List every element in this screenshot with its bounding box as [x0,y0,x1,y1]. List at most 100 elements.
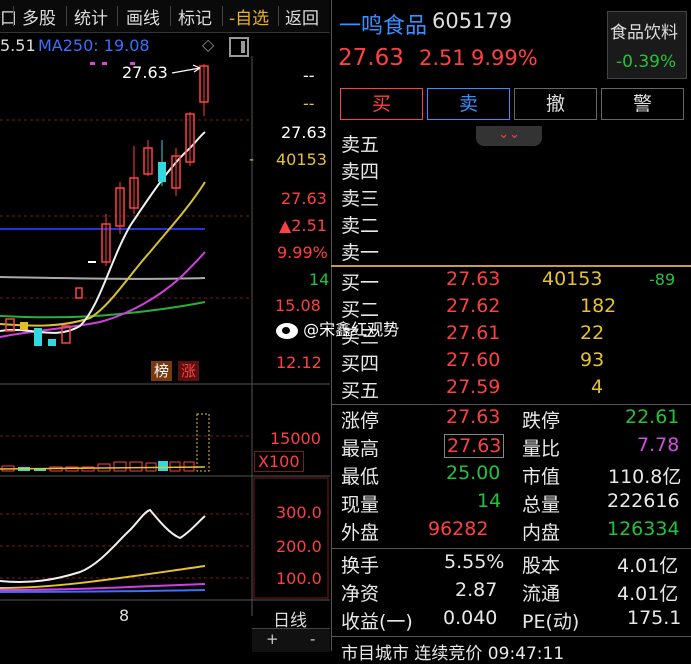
sector-card[interactable]: 食品饮料 -0.39% [607,11,687,79]
ask-row[interactable]: 卖四 [331,157,691,184]
toolbar-item-statistics[interactable]: 统计 [74,4,108,29]
bid-row[interactable]: 买一 27.63 40153 -89 [331,268,691,295]
axis-dash: -- [303,94,315,113]
ma-line-purple [0,251,206,338]
bid-label: 买四 [341,353,380,375]
current-volume-bar [196,413,210,472]
divider [66,6,67,26]
stat-value: 96282 [428,518,489,540]
divider [331,548,691,549]
stat-key: 最高 [341,438,380,460]
pct-label: 9.99% [277,243,328,262]
toolbar-item-back[interactable]: 返回 [285,4,319,29]
price-axis-label: 15.08 [275,296,321,315]
divider [331,404,691,405]
zoom-in-icon[interactable]: + [266,630,279,648]
toolbar-item-mark[interactable]: 标记 [178,4,212,29]
ma-line-grey [0,276,206,280]
stock-code: 605179 [432,9,513,33]
fund-key: 收益(一) [341,611,413,633]
volume-bars [1,413,210,472]
price-axis-label: 27.63 [281,189,327,208]
weibo-icon [276,322,298,339]
marker [102,62,107,65]
bid-price: 27.63 [446,268,501,290]
ask-bid-divider [331,265,691,267]
stat-row: 现量 14 总量 222616 [331,490,691,517]
fund-value: 0.040 [443,607,498,629]
bid-price: 27.59 [446,376,501,398]
indicator-axis-label: 100.0 [276,569,322,588]
toolbar-item-partial[interactable]: 口 [0,4,17,29]
bid-volume: 93 [580,349,605,371]
stat-value: 27.63 [446,406,501,428]
grid-lines [0,119,250,579]
stat-value: 126334 [607,518,680,540]
ask-row[interactable]: 卖二 [331,211,691,238]
ask-row[interactable]: 卖五 [331,130,691,157]
stat-value: 27.63 [444,434,505,458]
stat-value: 110.8亿 [608,466,682,488]
stat-key: 跌停 [522,410,561,432]
stat-key: 量比 [522,438,561,460]
stat-key: 外盘 [341,522,380,544]
rank-badge[interactable]: 榜 [151,361,172,381]
diamond-icon[interactable]: ◇ [202,35,214,54]
bid-row[interactable]: 买四 27.60 93 [331,349,691,376]
bid-volume: 40153 [542,268,603,290]
indicator-axis-label: 200.0 [276,537,322,556]
volume-axis-label: 15000 [270,429,321,448]
alert-button[interactable]: 警 [601,88,684,120]
stat-row: 最低 25.00 市值 110.8亿 [331,462,691,489]
ask-label: 卖五 [341,134,380,156]
current-price: 27.63 [338,45,404,71]
ask-row[interactable]: 卖一 [331,238,691,265]
status-bar-partial: 市目城市 连续竞价 09:47:11 [341,644,565,664]
bid-row[interactable]: 买五 27.59 4 [331,376,691,403]
buy-button[interactable]: 买 [340,88,423,120]
divider [13,6,14,26]
fund-key: 股本 [522,555,561,577]
toolbar-item-multi-stock[interactable]: 多股 [22,4,56,29]
sell-button[interactable]: 卖 [427,88,510,120]
ask-label: 卖一 [341,242,380,264]
bid-label: 买五 [341,380,380,402]
toolbar-item-draw-line[interactable]: 画线 [126,4,160,29]
volume-ma-line [0,466,206,470]
fund-value: 2.87 [455,579,498,601]
stat-row: 最高 27.63 量比 7.78 [331,434,691,461]
stat-value: 222616 [607,490,680,512]
fund-key: PE(动) [522,611,580,633]
high-price-label: 27.63 [122,63,168,82]
stat-key: 现量 [341,494,380,516]
price-change: 2.51 [419,46,466,70]
ma-partial-value: 5.51 [0,36,36,55]
candle [158,162,166,182]
change-label: ▲2.51 [279,216,327,235]
limit-up-badge[interactable]: 涨 [178,361,199,381]
ask-label: 卖四 [341,161,380,183]
ma-line-green [0,301,206,319]
stat-value: 25.00 [446,462,501,484]
bid-volume: 22 [580,322,605,344]
fund-key: 净资 [341,583,380,605]
stat-row: 涨停 27.63 跌停 22.61 [331,406,691,433]
ma-legend: 5.51 MA250: 19.08 ◇ [0,33,330,57]
candle [48,339,56,346]
stat-value: 7.78 [637,434,680,456]
ask-row[interactable]: 卖三 [331,184,691,211]
stat-key: 最低 [341,466,380,488]
bid-price: 27.62 [446,295,501,317]
zoom-out-icon[interactable]: - [310,630,315,648]
stat-key: 内盘 [522,522,561,544]
toolbar-item-watchlist[interactable]: -自选 [229,4,269,29]
stat-key: 总量 [522,494,561,516]
indicator-axis-label: 300.0 [276,503,322,522]
fund-value: 5.55% [444,551,505,573]
volume-label: 40153 [276,150,327,169]
divider [331,636,691,637]
window-toggle-icon[interactable] [229,37,249,57]
cancel-order-button[interactable]: 撤 [514,88,597,120]
small-label: 14 [309,270,330,289]
fund-value: 4.01亿 [617,583,679,605]
